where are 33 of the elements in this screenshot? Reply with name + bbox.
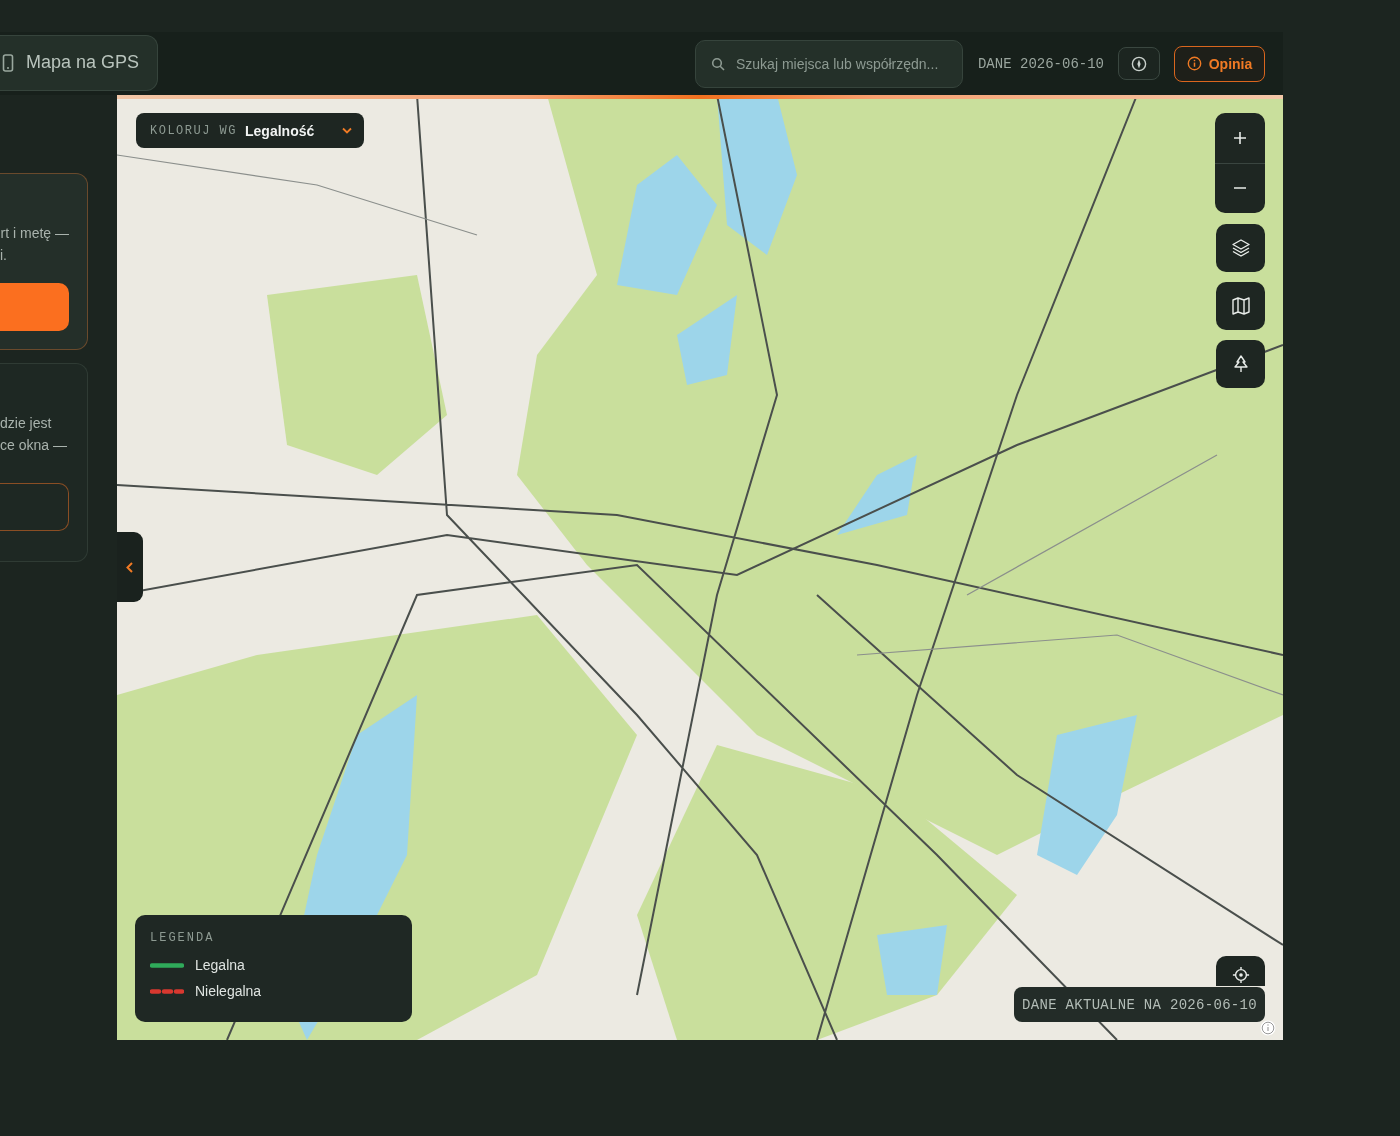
chevron-left-icon bbox=[125, 561, 133, 573]
info-icon bbox=[1186, 56, 1202, 71]
forest-button[interactable] bbox=[1216, 340, 1265, 388]
card-text: dzie jest bbox=[0, 414, 52, 433]
search-field[interactable]: Szukaj miejsca lub współrzędn... bbox=[694, 39, 963, 88]
minus-icon bbox=[1234, 187, 1246, 190]
info-icon[interactable] bbox=[1260, 1020, 1276, 1036]
color-by-dropdown[interactable]: KOLORUJ WG Legalność bbox=[136, 113, 364, 148]
dropdown-value: Legalność bbox=[245, 122, 315, 139]
legend-title: LEGENDA bbox=[150, 931, 216, 945]
search-icon bbox=[710, 56, 725, 71]
crosshair-icon bbox=[1231, 966, 1250, 984]
layers-icon bbox=[1230, 238, 1251, 258]
plus-icon bbox=[1234, 131, 1246, 144]
gps-map-button[interactable]: Mapa na GPS bbox=[0, 34, 158, 91]
compass-button[interactable] bbox=[1118, 47, 1160, 80]
collapse-sidebar-button[interactable] bbox=[117, 532, 143, 602]
card-text: rt i metę — bbox=[0, 224, 69, 243]
phone-icon bbox=[2, 53, 14, 72]
map-icon bbox=[1230, 296, 1251, 316]
legend-label: Nielegalna bbox=[195, 983, 262, 999]
layers-button[interactable] bbox=[1216, 224, 1265, 272]
dropdown-label: KOLORUJ WG bbox=[150, 123, 237, 138]
legend-label: Legalna bbox=[195, 957, 245, 973]
locate-button[interactable] bbox=[1216, 956, 1265, 986]
card-text: i. bbox=[0, 246, 7, 265]
caret-icon bbox=[342, 127, 352, 134]
data-updated-label: DANE AKTUALNE NA 2026-06-10 bbox=[1014, 987, 1265, 1022]
compass-icon bbox=[1131, 55, 1147, 72]
card-text: ce okna — bbox=[0, 436, 67, 455]
feedback-button[interactable]: Opinia bbox=[1174, 45, 1265, 82]
data-date-label: DANE 2026-06-10 bbox=[977, 55, 1104, 72]
map-style-button[interactable] bbox=[1216, 282, 1265, 330]
